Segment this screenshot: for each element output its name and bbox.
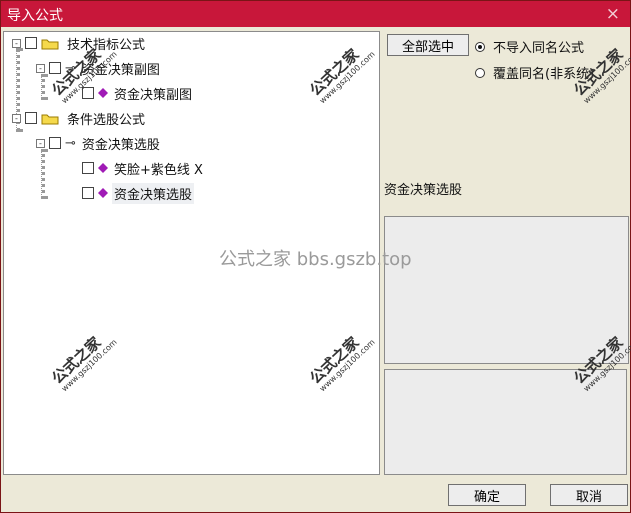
radio-label: 不导入同名公式 bbox=[493, 41, 585, 56]
center-watermark: 公式之家 bbs.gszb.top bbox=[219, 249, 412, 270]
close-icon[interactable]: × bbox=[606, 4, 620, 24]
dialog-title: 导入公式 bbox=[7, 8, 63, 24]
collapse-icon[interactable]: - bbox=[12, 113, 21, 123]
tree-checkbox[interactable] bbox=[82, 187, 94, 199]
tree-checkbox[interactable] bbox=[82, 162, 94, 174]
tree-item-label: 资金决策副图 bbox=[114, 87, 193, 103]
collapse-icon[interactable]: - bbox=[36, 138, 45, 148]
tree-item-fund-decision-selection[interactable]: - ⊸ 资金决策选股 bbox=[36, 133, 162, 153]
tree-checkbox[interactable] bbox=[25, 37, 37, 49]
tree-item-label: 资金决策选股 bbox=[112, 182, 195, 204]
selected-formula-name: 资金决策选股 bbox=[384, 183, 463, 198]
collapse-icon[interactable]: - bbox=[12, 38, 21, 48]
ok-button[interactable]: 确定 bbox=[448, 484, 526, 506]
tree-item-fund-decision-selection-formula[interactable]: 资金决策选股 bbox=[82, 182, 195, 204]
tree-item-label: 资金决策选股 bbox=[81, 137, 160, 153]
gem-icon bbox=[98, 163, 108, 173]
import-formula-dialog: 导入公式 × - 技术指标公式 - ⊸ 资金决策副图 资金决策副图 - 条件选股… bbox=[0, 0, 631, 513]
tree-line bbox=[41, 149, 45, 199]
tree-checkbox[interactable] bbox=[49, 62, 61, 74]
cancel-button[interactable]: 取消 bbox=[550, 484, 628, 506]
radio-no-import-same-name[interactable]: 不导入同名公式 bbox=[475, 37, 584, 56]
formula-details-panel[interactable] bbox=[384, 216, 629, 364]
tree-checkbox[interactable] bbox=[25, 112, 37, 124]
radio-icon[interactable] bbox=[475, 41, 485, 52]
tree-item-label: 笑脸+紫色线 X bbox=[114, 162, 203, 178]
collapse-icon[interactable]: - bbox=[36, 63, 45, 73]
key-icon: ⊸ bbox=[65, 135, 76, 151]
radio-icon[interactable] bbox=[475, 67, 485, 78]
folder-icon bbox=[41, 39, 59, 49]
folder-icon bbox=[41, 114, 59, 124]
tree-item-technical-indicators[interactable]: - 技术指标公式 bbox=[12, 33, 147, 53]
gem-icon bbox=[98, 188, 108, 198]
tree-checkbox[interactable] bbox=[49, 137, 61, 149]
select-all-button[interactable]: 全部选中 bbox=[387, 34, 469, 56]
tree-item-smiley-purple-line[interactable]: 笑脸+紫色线 X bbox=[82, 158, 205, 178]
title-bar[interactable]: 导入公式 × bbox=[1, 1, 630, 27]
